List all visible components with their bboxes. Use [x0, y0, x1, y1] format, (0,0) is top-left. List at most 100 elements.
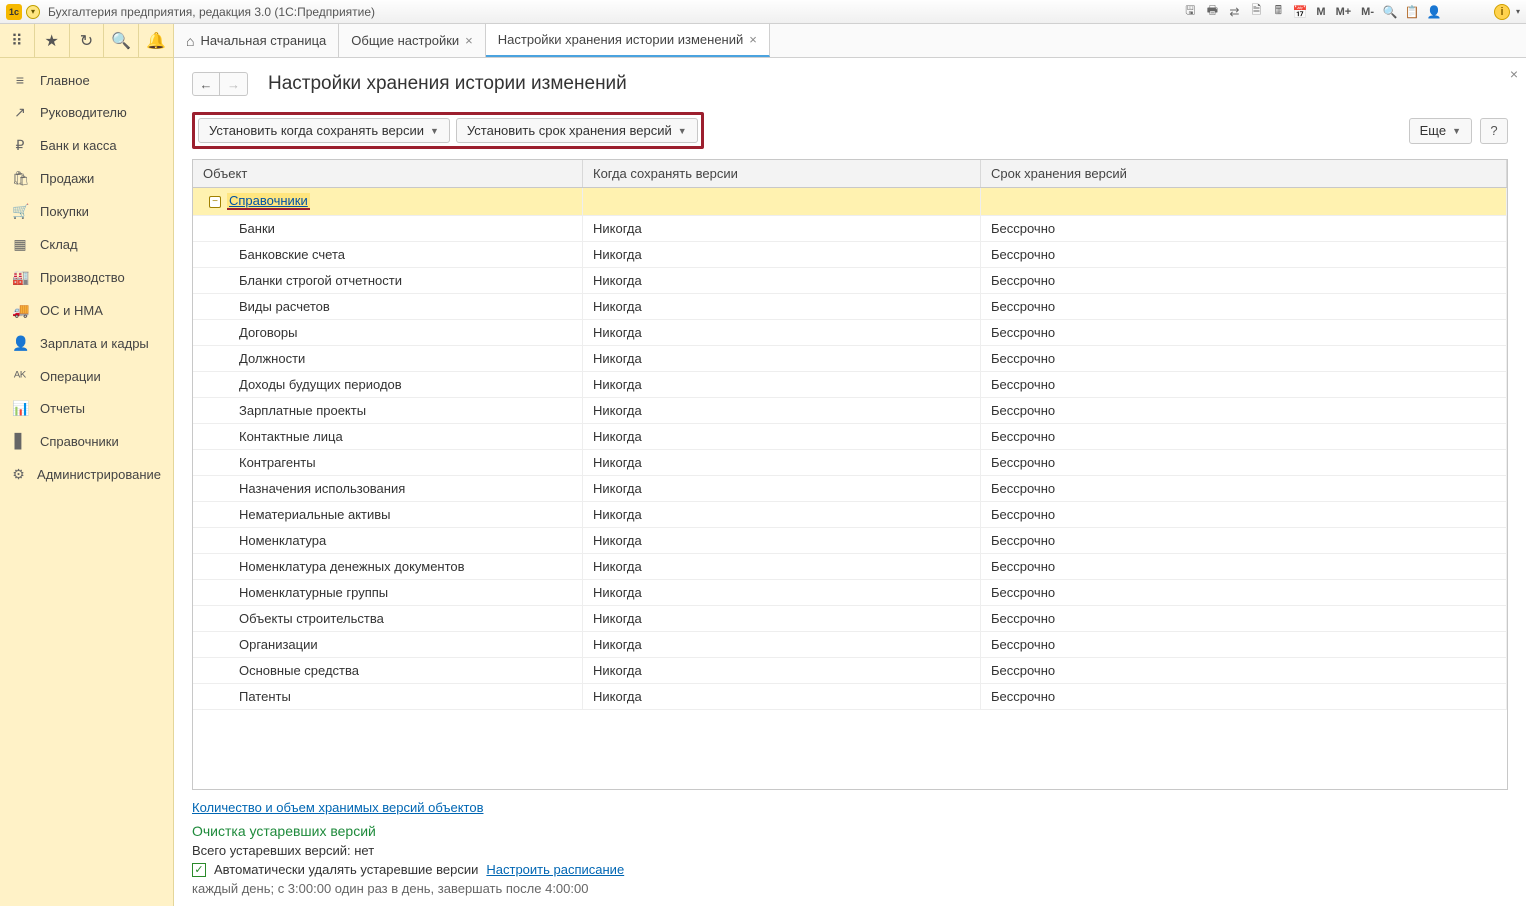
- cell-term: Бессрочно: [981, 346, 1507, 371]
- nav-back-button[interactable]: ←: [192, 72, 220, 96]
- table-row[interactable]: Зарплатные проектыНикогдаБессрочно: [193, 398, 1507, 424]
- info-dropdown-icon[interactable]: ▾: [1516, 7, 1520, 16]
- table-row[interactable]: КонтрагентыНикогдаБессрочно: [193, 450, 1507, 476]
- cell-object: Должности: [193, 346, 583, 371]
- tree-collapse-icon[interactable]: −: [209, 196, 221, 208]
- table-row[interactable]: Бланки строгой отчетностиНикогдаБессрочн…: [193, 268, 1507, 294]
- column-header-when[interactable]: Когда сохранять версии: [583, 160, 981, 187]
- cell-when: Никогда: [583, 554, 981, 579]
- sidebar-item-label: Банк и касса: [40, 138, 117, 153]
- sidebar-item-icon: 📊: [12, 400, 28, 417]
- more-button[interactable]: Еще ▼: [1409, 118, 1472, 144]
- info-icon[interactable]: i: [1494, 4, 1510, 20]
- sidebar-item-5[interactable]: ▦Склад: [0, 228, 173, 261]
- table-row[interactable]: Доходы будущих периодовНикогдаБессрочно: [193, 372, 1507, 398]
- table-row[interactable]: Назначения использованияНикогдаБессрочно: [193, 476, 1507, 502]
- window-title: Бухгалтерия предприятия, редакция 3.0 (1…: [48, 5, 375, 19]
- close-icon[interactable]: ×: [749, 32, 757, 47]
- apps-icon[interactable]: ⠿: [0, 24, 35, 57]
- cell-when: Никогда: [583, 346, 981, 371]
- memory-m-button[interactable]: M: [1314, 6, 1327, 18]
- zoom-icon[interactable]: 🔍: [1382, 4, 1398, 20]
- help-button[interactable]: ?: [1480, 118, 1508, 144]
- cell-term: Бессрочно: [981, 294, 1507, 319]
- table-group-row[interactable]: −Справочники: [193, 188, 1507, 216]
- cell-object: Виды расчетов: [193, 294, 583, 319]
- table-row[interactable]: ОрганизацииНикогдаБессрочно: [193, 632, 1507, 658]
- sidebar-item-7[interactable]: 🚚ОС и НМА: [0, 294, 173, 327]
- memory-mplus-button[interactable]: M+: [1334, 6, 1354, 18]
- column-header-object[interactable]: Объект: [193, 160, 583, 187]
- table-row[interactable]: ДоговорыНикогдаБессрочно: [193, 320, 1507, 346]
- set-storage-term-button[interactable]: Установить срок хранения версий ▼: [456, 118, 698, 143]
- column-header-term[interactable]: Срок хранения версий: [981, 160, 1507, 187]
- table-row[interactable]: ПатентыНикогдаБессрочно: [193, 684, 1507, 710]
- link-versions-count[interactable]: Количество и объем хранимых версий объек…: [192, 800, 483, 815]
- sidebar-item-icon: ▦: [12, 236, 28, 253]
- chevron-down-icon: ▼: [678, 126, 687, 136]
- memory-mminus-button[interactable]: M-: [1359, 6, 1376, 18]
- cell-object: Номенклатурные группы: [193, 580, 583, 605]
- tab-home[interactable]: ⌂ Начальная страница: [174, 24, 339, 57]
- sidebar-item-12[interactable]: ⚙Администрирование: [0, 458, 173, 491]
- tab-general-settings[interactable]: Общие настройки ×: [339, 24, 486, 57]
- clipboard-icon[interactable]: 📋: [1404, 4, 1420, 20]
- sidebar-item-label: Руководителю: [40, 105, 127, 120]
- table-row[interactable]: Объекты строительстваНикогдаБессрочно: [193, 606, 1507, 632]
- sidebar-item-11[interactable]: ▋Справочники: [0, 425, 173, 458]
- tab-history-settings[interactable]: Настройки хранения истории изменений ×: [486, 24, 770, 57]
- table-row[interactable]: Нематериальные активыНикогдаБессрочно: [193, 502, 1507, 528]
- table-row[interactable]: БанкиНикогдаБессрочно: [193, 216, 1507, 242]
- bell-icon[interactable]: 🔔: [139, 24, 173, 57]
- document-icon[interactable]: 🗎: [1248, 4, 1264, 20]
- table-row[interactable]: Основные средстваНикогдаБессрочно: [193, 658, 1507, 684]
- sidebar-item-label: ОС и НМА: [40, 303, 103, 318]
- table-row[interactable]: НоменклатураНикогдаБессрочно: [193, 528, 1507, 554]
- cell-object: Организации: [193, 632, 583, 657]
- sidebar-item-2[interactable]: ₽ Банк и касса: [0, 129, 173, 162]
- table-row[interactable]: ДолжностиНикогдаБессрочно: [193, 346, 1507, 372]
- star-icon[interactable]: ★: [35, 24, 70, 57]
- cell-term: Бессрочно: [981, 684, 1507, 709]
- sidebar-item-1[interactable]: ↗Руководителю: [0, 96, 173, 129]
- user-icon[interactable]: 👤: [1426, 4, 1442, 20]
- titlebar-dropdown-icon[interactable]: ▾: [26, 5, 40, 19]
- auto-delete-label: Автоматически удалять устаревшие версии: [214, 862, 478, 877]
- sidebar-item-8[interactable]: 👤Зарплата и кадры: [0, 327, 173, 360]
- table-row[interactable]: Номенклатурные группыНикогдаБессрочно: [193, 580, 1507, 606]
- sidebar-item-6[interactable]: 🏭Производство: [0, 261, 173, 294]
- grid-body[interactable]: −СправочникиБанкиНикогдаБессрочноБанковс…: [193, 188, 1507, 789]
- cell-object: Бланки строгой отчетности: [193, 268, 583, 293]
- history-icon[interactable]: ↻: [70, 24, 105, 57]
- group-label[interactable]: Справочники: [227, 193, 310, 210]
- close-icon[interactable]: ×: [465, 33, 473, 48]
- sidebar-item-label: Отчеты: [40, 401, 85, 416]
- calendar-icon[interactable]: 📅: [1292, 4, 1308, 20]
- sidebar-item-0[interactable]: ≡Главное: [0, 64, 173, 96]
- table-row[interactable]: Номенклатура денежных документовНикогдаБ…: [193, 554, 1507, 580]
- table-row[interactable]: Контактные лицаНикогдаБессрочно: [193, 424, 1507, 450]
- sidebar-item-9[interactable]: ᴬᴷОперации: [0, 360, 173, 392]
- calculator-icon[interactable]: 🖩: [1270, 4, 1286, 20]
- cell-term: Бессрочно: [981, 554, 1507, 579]
- table-row[interactable]: Виды расчетовНикогдаБессрочно: [193, 294, 1507, 320]
- sidebar-item-3[interactable]: 🛍Продажи: [0, 162, 173, 195]
- save-icon[interactable]: 🖫: [1182, 4, 1198, 20]
- sidebar-item-4[interactable]: 🛒Покупки: [0, 195, 173, 228]
- auto-delete-checkbox[interactable]: ✓: [192, 863, 206, 877]
- cell-term: Бессрочно: [981, 632, 1507, 657]
- compare-icon[interactable]: ⇄: [1226, 4, 1242, 20]
- set-when-save-button[interactable]: Установить когда сохранять версии ▼: [198, 118, 450, 143]
- sidebar-item-icon: ₽: [12, 137, 28, 154]
- cell-object: Доходы будущих периодов: [193, 372, 583, 397]
- search-icon[interactable]: 🔍: [104, 24, 139, 57]
- sidebar-item-10[interactable]: 📊 Отчеты: [0, 392, 173, 425]
- close-page-button[interactable]: ×: [1510, 66, 1518, 82]
- cell-term: Бессрочно: [981, 528, 1507, 553]
- schedule-link[interactable]: Настроить расписание: [486, 862, 624, 877]
- cell-when: Никогда: [583, 502, 981, 527]
- cell-object: Банковские счета: [193, 242, 583, 267]
- cell-when: Никогда: [583, 268, 981, 293]
- table-row[interactable]: Банковские счетаНикогдаБессрочно: [193, 242, 1507, 268]
- print-icon[interactable]: 🖶: [1204, 4, 1220, 20]
